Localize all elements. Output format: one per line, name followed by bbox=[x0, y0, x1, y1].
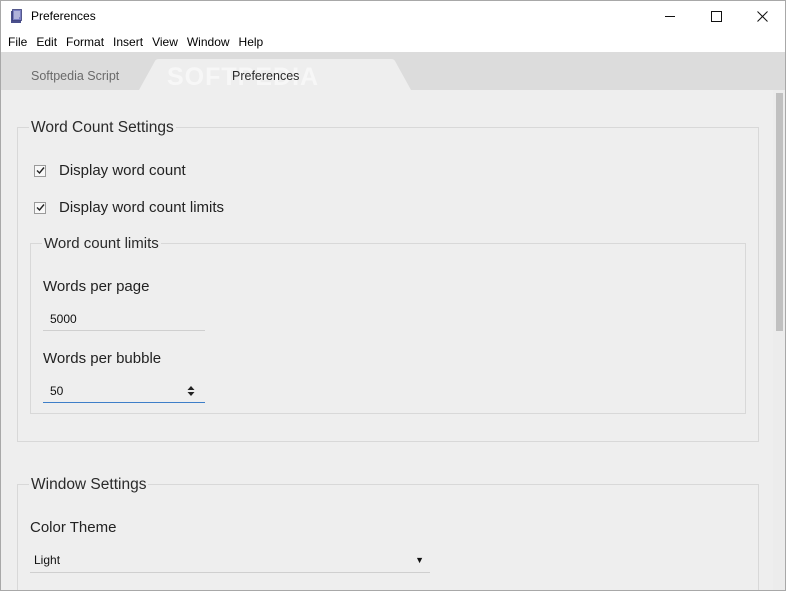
menu-file[interactable]: File bbox=[8, 32, 27, 52]
window-title: Preferences bbox=[31, 9, 96, 23]
vertical-scrollbar[interactable] bbox=[773, 90, 785, 590]
tab-strip: Softpedia Script SOFTPEDIA Preferences bbox=[1, 52, 785, 91]
maximize-button[interactable] bbox=[693, 1, 739, 32]
color-theme-select[interactable]: Light ▼ bbox=[30, 548, 430, 573]
words-per-bubble-value[interactable]: 50 bbox=[50, 384, 63, 398]
words-per-page-label: Words per page bbox=[43, 278, 150, 295]
display-word-count-limits-row[interactable]: Display word count limits bbox=[34, 199, 224, 216]
display-word-count-label[interactable]: Display word count bbox=[59, 162, 186, 179]
tab-softpedia-script[interactable]: Softpedia Script bbox=[1, 52, 161, 90]
scrollbar-thumb[interactable] bbox=[776, 93, 783, 331]
title-bar[interactable]: Preferences bbox=[1, 1, 785, 32]
app-icon bbox=[10, 9, 23, 24]
menu-edit[interactable]: Edit bbox=[36, 32, 57, 52]
chevron-down-icon[interactable]: ▼ bbox=[415, 555, 424, 565]
menu-window[interactable]: Window bbox=[187, 32, 230, 52]
preferences-window: Preferences File Edit Format Insert View… bbox=[0, 0, 786, 591]
color-theme-label: Color Theme bbox=[30, 519, 117, 536]
window-settings-group bbox=[17, 484, 759, 590]
close-icon bbox=[756, 11, 768, 22]
menu-view[interactable]: View bbox=[152, 32, 178, 52]
maximize-icon bbox=[710, 11, 722, 22]
checkmark-icon bbox=[36, 204, 45, 212]
menu-format[interactable]: Format bbox=[66, 32, 104, 52]
preferences-content: Word Count Settings Display word count D… bbox=[1, 90, 773, 590]
window-settings-title: Window Settings bbox=[29, 476, 149, 494]
color-theme-value[interactable]: Light bbox=[34, 553, 60, 567]
display-word-count-row[interactable]: Display word count bbox=[34, 162, 186, 179]
checkmark-icon bbox=[36, 167, 45, 175]
display-word-count-limits-checkbox[interactable] bbox=[34, 201, 46, 214]
menu-help[interactable]: Help bbox=[239, 32, 264, 52]
close-button[interactable] bbox=[739, 1, 785, 32]
minimize-icon bbox=[664, 16, 675, 17]
minimize-button[interactable] bbox=[647, 1, 693, 32]
tab-preferences[interactable]: Preferences bbox=[232, 69, 299, 83]
menu-insert[interactable]: Insert bbox=[113, 32, 143, 52]
spinner-arrows-icon[interactable] bbox=[187, 385, 195, 397]
word-count-settings-title: Word Count Settings bbox=[29, 119, 176, 137]
display-word-count-checkbox[interactable] bbox=[34, 164, 46, 177]
menu-bar: File Edit Format Insert View Window Help bbox=[1, 32, 785, 52]
display-word-count-limits-label[interactable]: Display word count limits bbox=[59, 199, 224, 216]
words-per-bubble-spinner[interactable]: 50 bbox=[43, 379, 205, 403]
words-per-page-input[interactable]: 5000 bbox=[43, 307, 205, 331]
words-per-bubble-label: Words per bubble bbox=[43, 350, 162, 367]
word-count-limits-title: Word count limits bbox=[42, 235, 161, 252]
